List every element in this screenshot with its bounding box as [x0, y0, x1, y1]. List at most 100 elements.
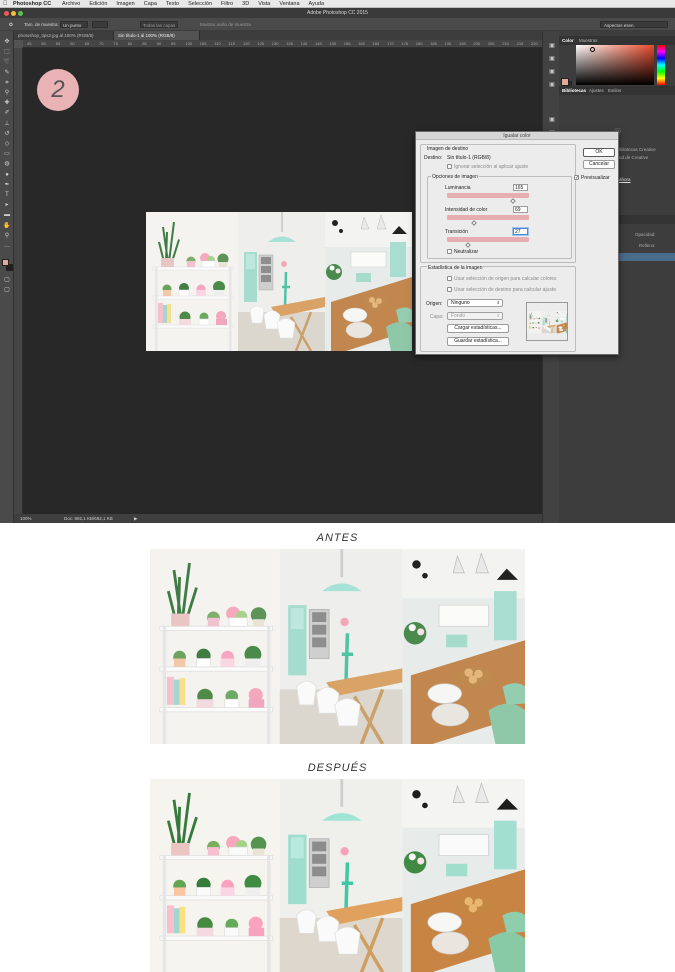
- history-panel-icon[interactable]: ▣: [548, 43, 556, 50]
- crop-tool-icon[interactable]: ⌗: [3, 80, 11, 87]
- ignore-selection-checkbox[interactable]: [447, 164, 452, 169]
- status-arrow-icon[interactable]: ▶: [134, 514, 137, 523]
- sample-size-select[interactable]: Un punto: [60, 21, 88, 28]
- history-brush-icon[interactable]: ↺: [3, 131, 11, 138]
- luminance-slider[interactable]: [447, 193, 529, 198]
- vertical-ruler: [14, 48, 23, 514]
- menu-seleccion[interactable]: Selección: [188, 1, 212, 7]
- workspace-select[interactable]: Aspectos esen.: [600, 21, 668, 28]
- layer-select[interactable]: Fondo ⇕: [447, 312, 503, 320]
- source-thumbnail: [526, 302, 568, 341]
- status-bar: 100% Doc: 692,1 KB/692,1 KB ▶: [14, 514, 542, 523]
- menu-ventana[interactable]: Ventana: [279, 1, 299, 7]
- paragraph-panel-icon[interactable]: ▣: [548, 117, 556, 124]
- dodge-tool-icon[interactable]: ●: [3, 172, 11, 179]
- source-select[interactable]: Ninguno ⇕: [447, 299, 503, 307]
- document-image-art: [146, 212, 412, 351]
- hue-slider[interactable]: [657, 45, 665, 85]
- text-tool-icon[interactable]: T: [3, 192, 11, 199]
- apple-icon[interactable]: : [3, 0, 8, 8]
- screen-mode-icon[interactable]: ▢: [3, 287, 11, 294]
- tab-swatches[interactable]: Muestras: [579, 36, 598, 45]
- neutralize-checkbox[interactable]: [447, 249, 452, 254]
- cancel-button[interactable]: Cancelar: [583, 160, 615, 169]
- lasso-tool-icon[interactable]: ➰: [3, 59, 11, 66]
- menu-filtro[interactable]: Filtro: [221, 1, 233, 7]
- actions-panel-icon[interactable]: ▣: [548, 69, 556, 76]
- sample-layer-select[interactable]: Todas las capas: [140, 21, 178, 28]
- menu-texto[interactable]: Texto: [166, 1, 179, 7]
- marquee-tool-icon[interactable]: ⬚: [3, 49, 11, 56]
- ruler-tick-label: 130: [271, 41, 279, 46]
- show-ring-label[interactable]: Mostrar anillo de muestra: [200, 18, 251, 31]
- close-window-icon[interactable]: [4, 11, 9, 16]
- move-tool-icon[interactable]: ✥: [3, 39, 11, 46]
- app-name[interactable]: Photoshop CC: [13, 0, 51, 8]
- ok-button[interactable]: OK: [583, 148, 615, 157]
- minimize-window-icon[interactable]: [11, 11, 16, 16]
- tutorial-page:  Photoshop CC Archivo Edición Imagen Capa T…: [0, 0, 675, 972]
- tab-styles[interactable]: Estilos: [608, 86, 621, 95]
- horizontal-ruler: 45 50 55 60 65 70 75 80 85 90 95 100 105 110 115 120 125…: [23, 40, 542, 48]
- use-source-selection-checkbox[interactable]: [447, 276, 452, 281]
- transition-slider[interactable]: [447, 237, 529, 242]
- document-image[interactable]: [146, 212, 412, 351]
- transition-input[interactable]: 27: [513, 228, 528, 235]
- menu-imagen[interactable]: Imagen: [116, 1, 134, 7]
- healing-tool-icon[interactable]: ✚: [3, 100, 11, 107]
- cc-link[interactable]: ahora: [619, 177, 631, 182]
- menu-archivo[interactable]: Archivo: [62, 1, 80, 7]
- save-stats-button[interactable]: Guardar estadística...: [447, 337, 509, 346]
- tab-untitled[interactable]: Sin título-1 al 100% (RGB/8): [114, 31, 200, 40]
- after-photo-art: [150, 779, 525, 972]
- menu-vista[interactable]: Vista: [258, 1, 270, 7]
- color-picker-marker[interactable]: [590, 47, 595, 52]
- stats-group-label: Estadística de la imagen: [427, 265, 484, 271]
- stamp-tool-icon[interactable]: ⊥: [3, 121, 11, 128]
- ignore-selection-label: Ignorar selección al aplicar ajuste: [454, 164, 529, 170]
- blur-tool-icon[interactable]: ◍: [3, 161, 11, 168]
- foreground-swatch[interactable]: [2, 259, 9, 266]
- eraser-tool-icon[interactable]: ◇: [3, 141, 11, 148]
- zoom-tool-icon[interactable]: ⚲: [3, 233, 11, 240]
- tab-color[interactable]: Color: [562, 36, 574, 45]
- tab-adjustments[interactable]: Ajustes: [589, 86, 604, 95]
- eyedropper-tool-icon[interactable]: ⚲: [3, 90, 11, 97]
- menu-3d[interactable]: 3D: [242, 1, 249, 7]
- maximize-window-icon[interactable]: [18, 11, 23, 16]
- ruler-tick-label: 135: [286, 41, 293, 46]
- menu-edicion[interactable]: Edición: [89, 1, 107, 7]
- quick-mask-icon[interactable]: ▢: [3, 277, 11, 284]
- color-picker-field[interactable]: [576, 45, 654, 85]
- zoom-level[interactable]: 100%: [20, 514, 32, 523]
- step-badge: 2: [37, 69, 79, 111]
- pen-tool-icon[interactable]: ✒: [3, 182, 11, 189]
- photoshop-screenshot:  Photoshop CC Archivo Edición Imagen Capa T…: [0, 0, 675, 523]
- ruler-tick-label: 90: [156, 41, 162, 46]
- foreground-color-swatch[interactable]: [561, 78, 569, 86]
- opacity-label: Opacidad:: [635, 232, 656, 237]
- shape-tool-icon[interactable]: ▬: [3, 212, 11, 219]
- brush-tool-icon[interactable]: ✐: [3, 110, 11, 117]
- character-panel-icon[interactable]: ▣: [548, 82, 556, 89]
- menu-ayuda[interactable]: Ayuda: [309, 1, 325, 7]
- tab-libraries[interactable]: Bibliotecas: [562, 86, 586, 95]
- path-select-icon[interactable]: ▸: [3, 202, 11, 209]
- luminance-input[interactable]: 165: [513, 184, 528, 191]
- tab-photoshop-tips[interactable]: photoshop_tips2.jpg al 100% (RGB/8): [14, 31, 114, 40]
- intensity-input[interactable]: 69: [513, 206, 528, 213]
- more-tools-icon[interactable]: …: [3, 243, 11, 250]
- use-dest-selection-checkbox[interactable]: [447, 287, 452, 292]
- sample-extra-select[interactable]: [92, 21, 108, 28]
- properties-panel-icon[interactable]: ▣: [548, 56, 556, 63]
- hand-tool-icon[interactable]: ✋: [3, 223, 11, 230]
- eyedropper-tool-icon[interactable]: ✪: [9, 18, 13, 31]
- intensity-slider[interactable]: [447, 215, 529, 220]
- quick-select-tool-icon[interactable]: ✎: [3, 70, 11, 77]
- load-stats-button[interactable]: Cargar estadísticas...: [447, 324, 509, 333]
- dialog-title: Igualar color: [416, 132, 618, 140]
- menu-capa[interactable]: Capa: [144, 1, 157, 7]
- ruler-tick-label: 110: [214, 41, 221, 46]
- gradient-tool-icon[interactable]: ▭: [3, 151, 11, 158]
- preview-checkbox[interactable]: ✓: [574, 175, 579, 181]
